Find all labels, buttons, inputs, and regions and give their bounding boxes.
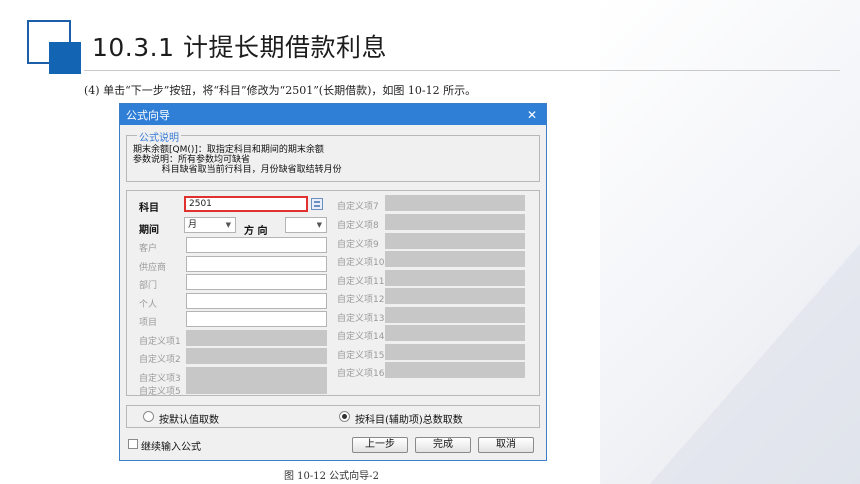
custom-right-label: 自定义项10 <box>337 258 385 268</box>
custom-right-input <box>385 270 525 286</box>
custom-right-label: 自定义项11 <box>337 277 385 287</box>
dialog-title: 公式向导 <box>126 108 170 122</box>
period-select[interactable]: 月 ▼ <box>184 217 236 233</box>
custom-left-label: 自定义项3 <box>139 374 181 384</box>
continue-input-label: 继续输入公式 <box>141 442 201 453</box>
person-input[interactable] <box>186 293 327 309</box>
department-input[interactable] <box>186 274 327 290</box>
direction-select[interactable]: ▼ <box>285 217 327 233</box>
description-legend: 公式说明 <box>137 129 181 144</box>
title-divider <box>84 70 840 71</box>
custom-right-label: 自定义项14 <box>337 332 385 342</box>
formula-description-group: 公式说明 期末余额[QM()]：取指定科目和期间的期末余额 参数说明：所有参数均… <box>126 129 540 182</box>
custom-right-input <box>385 233 525 249</box>
formula-wizard-dialog: 公式向导 ✕ 公式说明 期末余额[QM()]：取指定科目和期间的期末余额 参数说… <box>119 103 547 461</box>
custom-left-label: 自定义项1 <box>139 337 181 347</box>
custom-right-input <box>385 195 525 211</box>
description-text: 期末余额[QM()]：取指定科目和期间的期末余额 参数说明：所有参数均可缺省 科… <box>133 145 342 175</box>
custom-left-label: 自定义项2 <box>139 355 181 365</box>
continue-input-checkbox[interactable] <box>128 439 138 449</box>
custom-right-label: 自定义项12 <box>337 295 385 305</box>
previous-button[interactable]: 上一步 <box>352 437 408 453</box>
custom-left-input <box>186 367 327 383</box>
by-subject-label: 按科目(辅助项)总数取数 <box>355 415 463 426</box>
custom-right-input <box>385 288 525 304</box>
custom-right-label: 自定义项8 <box>337 221 379 231</box>
subject-label: 科目 <box>139 203 159 214</box>
department-label: 部门 <box>139 281 158 291</box>
cancel-button[interactable]: 取消 <box>478 437 534 453</box>
period-value: 月 <box>188 220 198 230</box>
custom-right-input <box>385 344 525 360</box>
custom-left-input <box>186 382 327 394</box>
customer-input[interactable] <box>186 237 327 253</box>
retrieval-mode-group: 按默认值取数 按科目(辅助项)总数取数 <box>126 405 540 428</box>
by-subject-radio[interactable] <box>339 411 350 422</box>
project-label: 项目 <box>139 318 158 328</box>
direction-label: 方 向 <box>244 226 268 237</box>
period-label: 期间 <box>139 225 159 236</box>
default-value-label: 按默认值取数 <box>159 415 219 426</box>
custom-right-label: 自定义项9 <box>337 240 379 250</box>
chevron-down-icon: ▼ <box>316 221 322 229</box>
parameter-panel: 科目 2501 期间 月 ▼ 方 向 ▼ 客户 供应商 部门 个人 项目 自定义… <box>126 190 540 397</box>
subject-input[interactable]: 2501 <box>184 196 308 212</box>
background-triangle <box>650 244 860 484</box>
supplier-input[interactable] <box>186 256 327 272</box>
custom-right-input <box>385 251 525 267</box>
customer-label: 客户 <box>139 244 158 254</box>
slide-title: 10.3.1 计提长期借款利息 <box>92 33 387 62</box>
person-label: 个人 <box>139 300 158 310</box>
custom-right-input <box>385 325 525 341</box>
finish-button[interactable]: 完成 <box>415 437 471 453</box>
custom-right-label: 自定义项13 <box>337 314 385 324</box>
supplier-label: 供应商 <box>139 263 167 273</box>
custom-right-label: 自定义项7 <box>337 202 379 212</box>
custom-right-input <box>385 307 525 323</box>
dialog-titlebar: 公式向导 ✕ <box>120 104 546 125</box>
default-value-radio[interactable] <box>143 411 154 422</box>
custom-right-input <box>385 362 525 378</box>
title-decoration-square <box>49 42 81 74</box>
custom-right-label: 自定义项16 <box>337 369 385 379</box>
custom-left-input <box>186 330 327 346</box>
custom-right-input <box>385 214 525 230</box>
custom-left-label: 自定义项5 <box>139 387 181 397</box>
project-input[interactable] <box>186 311 327 327</box>
chevron-down-icon: ▼ <box>225 221 231 229</box>
instruction-text: (4) 单击“下一步”按钮，将“科目”修改为“2501”(长期借款)，如图 10… <box>84 84 477 97</box>
figure-caption: 图 10-12 公式向导-2 <box>284 471 379 482</box>
custom-right-label: 自定义项15 <box>337 351 385 361</box>
custom-left-input <box>186 348 327 364</box>
subject-picker-icon[interactable] <box>311 198 323 210</box>
close-icon[interactable]: ✕ <box>524 108 540 122</box>
